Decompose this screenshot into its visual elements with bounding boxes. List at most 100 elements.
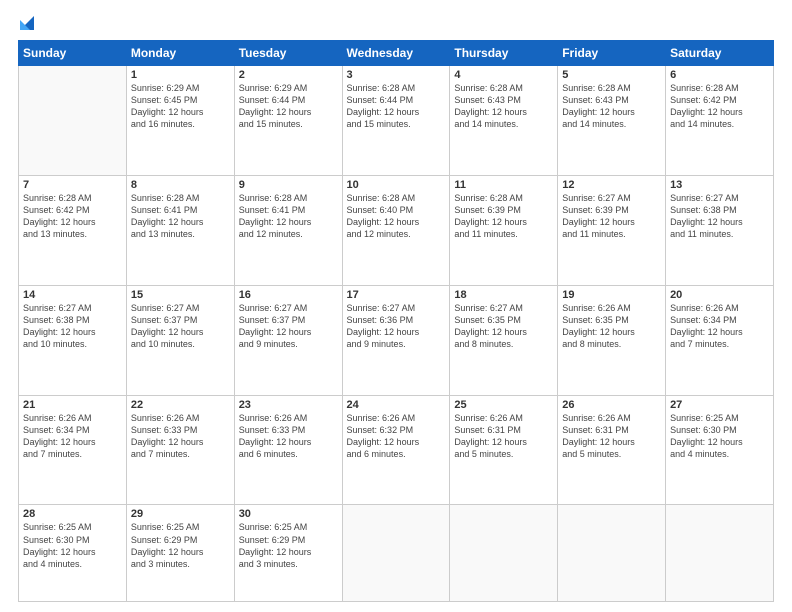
day-number: 9 [239,179,338,191]
calendar-day-header: Wednesday [342,41,450,66]
calendar-day-header: Thursday [450,41,558,66]
day-info: Sunrise: 6:28 AM Sunset: 6:44 PM Dayligh… [347,82,446,131]
day-number: 23 [239,399,338,411]
day-info: Sunrise: 6:28 AM Sunset: 6:43 PM Dayligh… [454,82,553,131]
day-number: 19 [562,289,661,301]
day-info: Sunrise: 6:26 AM Sunset: 6:35 PM Dayligh… [562,302,661,351]
day-info: Sunrise: 6:25 AM Sunset: 6:29 PM Dayligh… [239,521,338,570]
calendar-cell: 13Sunrise: 6:27 AM Sunset: 6:38 PM Dayli… [666,175,774,285]
calendar-cell: 7Sunrise: 6:28 AM Sunset: 6:42 PM Daylig… [19,175,127,285]
calendar-cell: 3Sunrise: 6:28 AM Sunset: 6:44 PM Daylig… [342,66,450,176]
calendar-cell: 1Sunrise: 6:29 AM Sunset: 6:45 PM Daylig… [126,66,234,176]
day-number: 8 [131,179,230,191]
day-number: 11 [454,179,553,191]
day-number: 1 [131,69,230,81]
calendar-cell: 26Sunrise: 6:26 AM Sunset: 6:31 PM Dayli… [558,395,666,505]
day-info: Sunrise: 6:28 AM Sunset: 6:41 PM Dayligh… [239,192,338,241]
calendar-cell: 15Sunrise: 6:27 AM Sunset: 6:37 PM Dayli… [126,285,234,395]
calendar-week-row: 7Sunrise: 6:28 AM Sunset: 6:42 PM Daylig… [19,175,774,285]
calendar-cell: 12Sunrise: 6:27 AM Sunset: 6:39 PM Dayli… [558,175,666,285]
day-info: Sunrise: 6:27 AM Sunset: 6:38 PM Dayligh… [23,302,122,351]
calendar-cell: 10Sunrise: 6:28 AM Sunset: 6:40 PM Dayli… [342,175,450,285]
calendar-header-row: SundayMondayTuesdayWednesdayThursdayFrid… [19,41,774,66]
calendar-cell: 14Sunrise: 6:27 AM Sunset: 6:38 PM Dayli… [19,285,127,395]
calendar-cell: 19Sunrise: 6:26 AM Sunset: 6:35 PM Dayli… [558,285,666,395]
calendar-cell: 8Sunrise: 6:28 AM Sunset: 6:41 PM Daylig… [126,175,234,285]
day-number: 26 [562,399,661,411]
day-number: 24 [347,399,446,411]
day-info: Sunrise: 6:25 AM Sunset: 6:30 PM Dayligh… [23,521,122,570]
day-info: Sunrise: 6:27 AM Sunset: 6:36 PM Dayligh… [347,302,446,351]
calendar-cell: 2Sunrise: 6:29 AM Sunset: 6:44 PM Daylig… [234,66,342,176]
calendar-table: SundayMondayTuesdayWednesdayThursdayFrid… [18,40,774,602]
day-info: Sunrise: 6:26 AM Sunset: 6:34 PM Dayligh… [670,302,769,351]
calendar-week-row: 14Sunrise: 6:27 AM Sunset: 6:38 PM Dayli… [19,285,774,395]
day-info: Sunrise: 6:28 AM Sunset: 6:39 PM Dayligh… [454,192,553,241]
calendar-cell: 28Sunrise: 6:25 AM Sunset: 6:30 PM Dayli… [19,505,127,602]
calendar-week-row: 21Sunrise: 6:26 AM Sunset: 6:34 PM Dayli… [19,395,774,505]
day-number: 27 [670,399,769,411]
day-info: Sunrise: 6:28 AM Sunset: 6:42 PM Dayligh… [670,82,769,131]
day-info: Sunrise: 6:28 AM Sunset: 6:40 PM Dayligh… [347,192,446,241]
day-info: Sunrise: 6:28 AM Sunset: 6:42 PM Dayligh… [23,192,122,241]
calendar-cell: 25Sunrise: 6:26 AM Sunset: 6:31 PM Dayli… [450,395,558,505]
day-info: Sunrise: 6:26 AM Sunset: 6:31 PM Dayligh… [454,412,553,461]
day-info: Sunrise: 6:26 AM Sunset: 6:34 PM Dayligh… [23,412,122,461]
day-info: Sunrise: 6:28 AM Sunset: 6:41 PM Dayligh… [131,192,230,241]
day-number: 18 [454,289,553,301]
day-number: 4 [454,69,553,81]
day-number: 21 [23,399,122,411]
calendar-cell: 27Sunrise: 6:25 AM Sunset: 6:30 PM Dayli… [666,395,774,505]
day-number: 29 [131,508,230,520]
calendar-cell: 29Sunrise: 6:25 AM Sunset: 6:29 PM Dayli… [126,505,234,602]
calendar-cell [342,505,450,602]
calendar-week-row: 28Sunrise: 6:25 AM Sunset: 6:30 PM Dayli… [19,505,774,602]
calendar-cell: 18Sunrise: 6:27 AM Sunset: 6:35 PM Dayli… [450,285,558,395]
day-number: 30 [239,508,338,520]
calendar-cell: 23Sunrise: 6:26 AM Sunset: 6:33 PM Dayli… [234,395,342,505]
calendar-cell: 22Sunrise: 6:26 AM Sunset: 6:33 PM Dayli… [126,395,234,505]
day-info: Sunrise: 6:27 AM Sunset: 6:35 PM Dayligh… [454,302,553,351]
day-number: 12 [562,179,661,191]
page: SundayMondayTuesdayWednesdayThursdayFrid… [0,0,792,612]
calendar-cell: 17Sunrise: 6:27 AM Sunset: 6:36 PM Dayli… [342,285,450,395]
calendar-cell: 6Sunrise: 6:28 AM Sunset: 6:42 PM Daylig… [666,66,774,176]
day-number: 14 [23,289,122,301]
day-info: Sunrise: 6:26 AM Sunset: 6:33 PM Dayligh… [239,412,338,461]
day-number: 7 [23,179,122,191]
calendar-cell [558,505,666,602]
calendar-day-header: Tuesday [234,41,342,66]
calendar-day-header: Friday [558,41,666,66]
day-number: 13 [670,179,769,191]
day-number: 3 [347,69,446,81]
day-info: Sunrise: 6:27 AM Sunset: 6:37 PM Dayligh… [239,302,338,351]
calendar-cell: 24Sunrise: 6:26 AM Sunset: 6:32 PM Dayli… [342,395,450,505]
day-info: Sunrise: 6:27 AM Sunset: 6:38 PM Dayligh… [670,192,769,241]
calendar-cell: 30Sunrise: 6:25 AM Sunset: 6:29 PM Dayli… [234,505,342,602]
day-number: 5 [562,69,661,81]
day-info: Sunrise: 6:25 AM Sunset: 6:29 PM Dayligh… [131,521,230,570]
calendar-day-header: Saturday [666,41,774,66]
day-info: Sunrise: 6:27 AM Sunset: 6:37 PM Dayligh… [131,302,230,351]
day-number: 22 [131,399,230,411]
calendar-cell [666,505,774,602]
logo-icon [20,16,34,30]
day-number: 25 [454,399,553,411]
day-info: Sunrise: 6:26 AM Sunset: 6:31 PM Dayligh… [562,412,661,461]
calendar-week-row: 1Sunrise: 6:29 AM Sunset: 6:45 PM Daylig… [19,66,774,176]
calendar-cell: 11Sunrise: 6:28 AM Sunset: 6:39 PM Dayli… [450,175,558,285]
day-number: 20 [670,289,769,301]
day-info: Sunrise: 6:27 AM Sunset: 6:39 PM Dayligh… [562,192,661,241]
calendar-day-header: Sunday [19,41,127,66]
day-info: Sunrise: 6:29 AM Sunset: 6:45 PM Dayligh… [131,82,230,131]
calendar-day-header: Monday [126,41,234,66]
day-info: Sunrise: 6:25 AM Sunset: 6:30 PM Dayligh… [670,412,769,461]
calendar-cell [450,505,558,602]
day-info: Sunrise: 6:26 AM Sunset: 6:32 PM Dayligh… [347,412,446,461]
calendar-cell: 4Sunrise: 6:28 AM Sunset: 6:43 PM Daylig… [450,66,558,176]
day-number: 17 [347,289,446,301]
header [18,16,774,30]
day-number: 10 [347,179,446,191]
day-number: 16 [239,289,338,301]
day-info: Sunrise: 6:26 AM Sunset: 6:33 PM Dayligh… [131,412,230,461]
